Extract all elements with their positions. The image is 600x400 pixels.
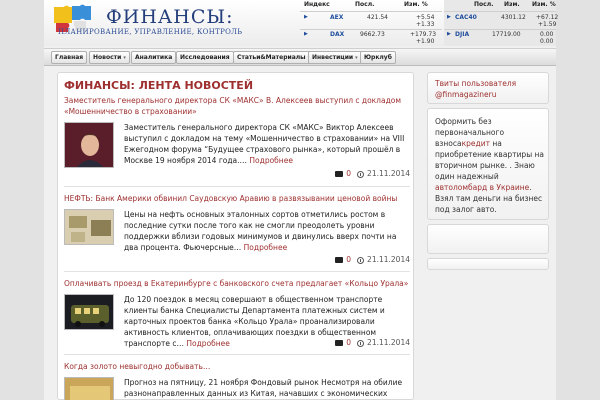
clock-icon <box>357 170 365 178</box>
nav-item-label: Главная <box>55 54 84 61</box>
nav-item-research[interactable]: Исследования <box>176 51 234 64</box>
chevron-down-icon: ▾ <box>123 55 126 61</box>
read-more-link[interactable]: Подробнее <box>249 156 293 165</box>
site-subtitle: ПЛАНИРОВАНИЕ, УПРАВЛЕНИЕ, КОНТРОЛЬ <box>58 28 243 36</box>
news-item-title[interactable]: Заместитель генерального директора СК «М… <box>64 95 410 117</box>
twitter-user-link[interactable]: Твиты пользователя @finmagazineru <box>435 79 516 99</box>
news-item-meta: 0 21.11.2014 <box>335 338 410 347</box>
site-header: ФИНАНСЫ: ПЛАНИРОВАНИЕ, УПРАВЛЕНИЕ, КОНТР… <box>44 0 558 48</box>
ticker-change-pct: +1.33 <box>416 21 435 28</box>
nav-item-lawclub[interactable]: Юрклуб <box>360 51 396 64</box>
news-item-title[interactable]: НЕФТЬ: Банк Америки обвинил Саудовскую А… <box>64 193 410 204</box>
page-title: ФИНАНСЫ: ЛЕНТА НОВОСТЕЙ <box>64 79 254 92</box>
nav-item-label: Статьи&Материалы <box>237 54 306 61</box>
news-item: Заместитель генерального директора СК «М… <box>64 95 410 193</box>
ticker-header-last: Посл. <box>474 1 494 8</box>
divider <box>64 271 410 272</box>
news-item-title[interactable]: Оплачивать проезд в Екатеринбурге с банк… <box>64 278 410 289</box>
nav-item-label: Аналитика <box>135 54 173 61</box>
ticker-header-last: Посл. <box>355 1 375 8</box>
pawnshop-link[interactable]: автоломбард в Украине <box>435 183 529 192</box>
news-item-date: 21.11.2014 <box>367 169 410 178</box>
news-item-thumbnail[interactable] <box>64 122 114 168</box>
nav-item-articles[interactable]: Статьи&Материалы▾ <box>233 51 315 64</box>
nav-item-analytics[interactable]: Аналитика <box>131 51 177 64</box>
news-item: НЕФТЬ: Банк Америки обвинил Саудовскую А… <box>64 193 410 275</box>
news-item-thumbnail[interactable] <box>64 209 114 245</box>
comment-icon <box>335 340 344 346</box>
comment-icon <box>335 171 344 177</box>
ticker-row-sub: +1.90 <box>300 37 442 48</box>
twitter-widget: Твиты пользователя @finmagazineru <box>427 72 549 104</box>
ticker-change-pct: +1.90 <box>416 38 435 45</box>
ticker-change-pct: +1.59 <box>538 21 557 28</box>
nav-item-label: Юрклуб <box>364 54 392 61</box>
news-item-meta: 0 21.11.2014 <box>335 255 410 264</box>
nav-item-home[interactable]: Главная <box>51 51 88 64</box>
news-item-text: Прогноз на пятницу, 21 ноября Фондовый р… <box>124 378 403 398</box>
comment-count[interactable]: 0 <box>346 169 351 178</box>
page: ФИНАНСЫ: ПЛАНИРОВАНИЕ, УПРАВЛЕНИЕ, КОНТР… <box>44 0 558 400</box>
clock-icon <box>357 256 365 264</box>
ticker-left-column: Индекс Посл. Изм. % ▶ AEX 421.54 +5.54 +… <box>300 0 442 46</box>
news-item-thumbnail[interactable] <box>64 294 114 330</box>
ticker-header-change-pct: Изм. % <box>532 1 556 8</box>
news-item-thumbnail[interactable] <box>64 377 114 400</box>
sidebar-widget <box>427 224 549 254</box>
read-more-link[interactable]: Подробнее <box>186 339 230 348</box>
ticker-header-row: Индекс Посл. Изм. % <box>300 0 442 11</box>
credit-link[interactable]: кредит <box>462 139 490 148</box>
read-more-link[interactable]: Подробнее <box>244 243 288 252</box>
divider <box>64 186 410 187</box>
comment-icon <box>335 257 344 263</box>
clock-icon <box>357 339 365 347</box>
ticker-right-column: Посл. Изм. Изм. % ▶ CAC40 4301.12 +67.12… <box>444 0 558 48</box>
news-item-summary: Заместитель генерального директора СК «М… <box>124 122 408 166</box>
news-item-summary: Прогноз на пятницу, 21 ноября Фондовый р… <box>124 377 408 400</box>
ticker-header-change: Изм. % <box>404 1 428 8</box>
news-item: Оплачивать проезд в Екатеринбурге с банк… <box>64 278 410 358</box>
news-item-summary: Цены на нефть основных эталонных сортов … <box>124 209 408 253</box>
ticker-header-index: Индекс <box>304 1 330 8</box>
news-item-date: 21.11.2014 <box>367 255 410 264</box>
chevron-down-icon: ▾ <box>355 55 358 61</box>
ticker-header-change: Изм. <box>504 1 520 8</box>
divider <box>64 354 410 355</box>
news-item-date: 21.11.2014 <box>367 338 410 347</box>
news-item-meta: 0 21.11.2014 <box>335 169 410 178</box>
sidebar-ad-text: Оформить без первоначального взносакреди… <box>435 116 547 215</box>
ticker-row-sub: 0.00 <box>444 37 556 48</box>
nav-item-label: Исследования <box>180 54 230 61</box>
ticker-change-pct: 0.00 <box>540 38 554 45</box>
site-title[interactable]: ФИНАНСЫ: <box>106 6 234 28</box>
nav-item-investments[interactable]: Инвестиции ▾ <box>308 51 362 64</box>
sidebar-widget <box>427 258 549 270</box>
nav-item-label: Инвестиции <box>312 54 354 61</box>
news-item: Когда золото невыгодно добывать… Прогноз… <box>64 361 410 400</box>
main-nav: Главная Новости ▾ Аналитика Исследования … <box>44 48 556 66</box>
ticker-header-row: Посл. Изм. Изм. % <box>444 0 556 11</box>
comment-count[interactable]: 0 <box>346 255 351 264</box>
market-ticker: Индекс Посл. Изм. % ▶ AEX 421.54 +5.54 +… <box>300 0 558 48</box>
comment-count[interactable]: 0 <box>346 338 351 347</box>
news-item-title[interactable]: Когда золото невыгодно добывать… <box>64 361 410 372</box>
nav-item-news[interactable]: Новости ▾ <box>89 51 130 64</box>
sidebar-ad: Оформить без первоначального взносакреди… <box>427 108 549 220</box>
nav-item-label: Новости <box>93 54 122 61</box>
twitter-widget-title[interactable]: Твиты пользователя @finmagazineru <box>435 78 545 100</box>
news-feed: ФИНАНСЫ: ЛЕНТА НОВОСТЕЙ Заместитель гене… <box>57 72 414 400</box>
